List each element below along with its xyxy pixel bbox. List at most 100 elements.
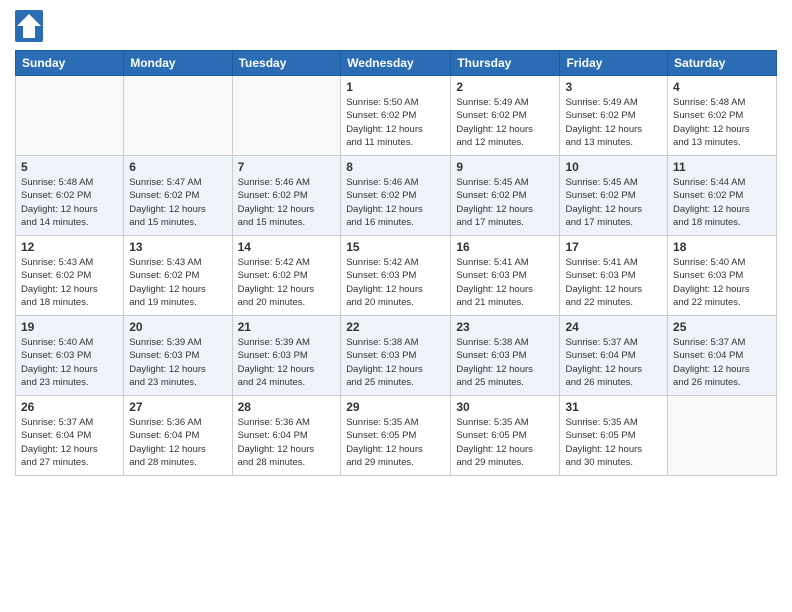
calendar-cell: 25Sunrise: 5:37 AM Sunset: 6:04 PM Dayli…: [668, 316, 777, 396]
calendar-cell: 27 Sunrise: 5:36 AM Sunset: 6:04 PM Dayli…: [124, 396, 232, 476]
day-number: 1: [346, 80, 445, 94]
day-info: Sunrise: 5:40 AM Sunset: 6:03 PM Dayligh…: [21, 336, 118, 389]
day-info: Sunrise: 5:39 AM Sunset: 6:03 PM Dayligh…: [238, 336, 336, 389]
calendar-cell: 4 Sunrise: 5:48 AM Sunset: 6:02 PM Daylig…: [668, 76, 777, 156]
calendar-cell: 26Sunrise: 5:37 AM Sunset: 6:04 PM Dayli…: [16, 396, 124, 476]
calendar-cell: 21 Sunrise: 5:39 AM Sunset: 6:03 PM Dayli…: [232, 316, 341, 396]
day-info: Sunrise: 5:46 AM Sunset: 6:02 PM Dayligh…: [238, 176, 336, 229]
weekday-header-friday: Friday: [560, 51, 668, 76]
day-number: 17: [565, 240, 662, 254]
calendar-cell: 20 Sunrise: 5:39 AM Sunset: 6:03 PM Dayli…: [124, 316, 232, 396]
day-number: 23: [456, 320, 554, 334]
day-info: Sunrise: 5:43 AM Sunset: 6:02 PM Dayligh…: [129, 256, 226, 309]
weekday-header-monday: Monday: [124, 51, 232, 76]
day-info: Sunrise: 5:48 AM Sunset: 6:02 PM Dayligh…: [673, 96, 771, 149]
day-number: 28: [238, 400, 336, 414]
calendar-cell: [124, 76, 232, 156]
day-info: Sunrise: 5:38 AM Sunset: 6:03 PM Dayligh…: [456, 336, 554, 389]
calendar-cell: 5Sunrise: 5:48 AM Sunset: 6:02 PM Daylig…: [16, 156, 124, 236]
calendar-cell: 18 Sunrise: 5:40 AM Sunset: 6:03 PM Dayli…: [668, 236, 777, 316]
calendar-cell: 7 Sunrise: 5:46 AM Sunset: 6:02 PM Daylig…: [232, 156, 341, 236]
calendar-cell: 30 Sunrise: 5:35 AM Sunset: 6:05 PM Dayli…: [451, 396, 560, 476]
calendar-cell: 15Sunrise: 5:42 AM Sunset: 6:03 PM Dayli…: [341, 236, 451, 316]
day-info: Sunrise: 5:37 AM Sunset: 6:04 PM Dayligh…: [673, 336, 771, 389]
calendar-cell: 10 Sunrise: 5:45 AM Sunset: 6:02 PM Dayli…: [560, 156, 668, 236]
day-info: Sunrise: 5:48 AM Sunset: 6:02 PM Dayligh…: [21, 176, 118, 229]
calendar-header-row: SundayMondayTuesdayWednesdayThursdayFrid…: [16, 51, 777, 76]
day-info: Sunrise: 5:41 AM Sunset: 6:03 PM Dayligh…: [565, 256, 662, 309]
weekday-header-wednesday: Wednesday: [341, 51, 451, 76]
day-number: 30: [456, 400, 554, 414]
day-number: 11: [673, 160, 771, 174]
calendar-cell: 17 Sunrise: 5:41 AM Sunset: 6:03 PM Dayli…: [560, 236, 668, 316]
calendar-cell: 12Sunrise: 5:43 AM Sunset: 6:02 PM Dayli…: [16, 236, 124, 316]
calendar-week-5: 26Sunrise: 5:37 AM Sunset: 6:04 PM Dayli…: [16, 396, 777, 476]
weekday-header-tuesday: Tuesday: [232, 51, 341, 76]
day-number: 26: [21, 400, 118, 414]
calendar-cell: 2Sunrise: 5:49 AM Sunset: 6:02 PM Daylig…: [451, 76, 560, 156]
day-number: 10: [565, 160, 662, 174]
calendar-cell: 23 Sunrise: 5:38 AM Sunset: 6:03 PM Dayli…: [451, 316, 560, 396]
calendar-cell: 22 Sunrise: 5:38 AM Sunset: 6:03 PM Dayli…: [341, 316, 451, 396]
day-number: 18: [673, 240, 771, 254]
weekday-header-thursday: Thursday: [451, 51, 560, 76]
day-info: Sunrise: 5:36 AM Sunset: 6:04 PM Dayligh…: [238, 416, 336, 469]
calendar-cell: 9 Sunrise: 5:45 AM Sunset: 6:02 PM Daylig…: [451, 156, 560, 236]
calendar-cell: 29 Sunrise: 5:35 AM Sunset: 6:05 PM Dayli…: [341, 396, 451, 476]
day-number: 15: [346, 240, 445, 254]
day-info: Sunrise: 5:35 AM Sunset: 6:05 PM Dayligh…: [456, 416, 554, 469]
calendar-cell: 24Sunrise: 5:37 AM Sunset: 6:04 PM Dayli…: [560, 316, 668, 396]
calendar-cell: 14 Sunrise: 5:42 AM Sunset: 6:02 PM Dayli…: [232, 236, 341, 316]
header: [15, 10, 777, 42]
day-info: Sunrise: 5:49 AM Sunset: 6:02 PM Dayligh…: [565, 96, 662, 149]
calendar-cell: 8 Sunrise: 5:46 AM Sunset: 6:02 PM Daylig…: [341, 156, 451, 236]
day-number: 14: [238, 240, 336, 254]
logo-icon: [15, 10, 43, 42]
calendar-cell: 13 Sunrise: 5:43 AM Sunset: 6:02 PM Dayli…: [124, 236, 232, 316]
calendar-cell: 6 Sunrise: 5:47 AM Sunset: 6:02 PM Daylig…: [124, 156, 232, 236]
day-info: Sunrise: 5:41 AM Sunset: 6:03 PM Dayligh…: [456, 256, 554, 309]
day-number: 8: [346, 160, 445, 174]
day-number: 16: [456, 240, 554, 254]
day-number: 21: [238, 320, 336, 334]
calendar-week-1: 1Sunrise: 5:50 AM Sunset: 6:02 PM Daylig…: [16, 76, 777, 156]
calendar: SundayMondayTuesdayWednesdayThursdayFrid…: [15, 50, 777, 476]
calendar-cell: 1Sunrise: 5:50 AM Sunset: 6:02 PM Daylig…: [341, 76, 451, 156]
day-info: Sunrise: 5:37 AM Sunset: 6:04 PM Dayligh…: [565, 336, 662, 389]
day-info: Sunrise: 5:46 AM Sunset: 6:02 PM Dayligh…: [346, 176, 445, 229]
day-info: Sunrise: 5:45 AM Sunset: 6:02 PM Dayligh…: [456, 176, 554, 229]
day-info: Sunrise: 5:38 AM Sunset: 6:03 PM Dayligh…: [346, 336, 445, 389]
calendar-cell: [668, 396, 777, 476]
day-number: 20: [129, 320, 226, 334]
calendar-cell: [16, 76, 124, 156]
logo: [15, 10, 47, 42]
day-number: 12: [21, 240, 118, 254]
weekday-header-sunday: Sunday: [16, 51, 124, 76]
day-info: Sunrise: 5:45 AM Sunset: 6:02 PM Dayligh…: [565, 176, 662, 229]
day-info: Sunrise: 5:40 AM Sunset: 6:03 PM Dayligh…: [673, 256, 771, 309]
day-number: 22: [346, 320, 445, 334]
day-info: Sunrise: 5:39 AM Sunset: 6:03 PM Dayligh…: [129, 336, 226, 389]
day-info: Sunrise: 5:35 AM Sunset: 6:05 PM Dayligh…: [565, 416, 662, 469]
day-number: 27: [129, 400, 226, 414]
calendar-body: 1Sunrise: 5:50 AM Sunset: 6:02 PM Daylig…: [16, 76, 777, 476]
day-number: 6: [129, 160, 226, 174]
day-info: Sunrise: 5:42 AM Sunset: 6:02 PM Dayligh…: [238, 256, 336, 309]
day-number: 13: [129, 240, 226, 254]
calendar-week-4: 19Sunrise: 5:40 AM Sunset: 6:03 PM Dayli…: [16, 316, 777, 396]
day-number: 4: [673, 80, 771, 94]
day-number: 29: [346, 400, 445, 414]
calendar-cell: 28 Sunrise: 5:36 AM Sunset: 6:04 PM Dayli…: [232, 396, 341, 476]
calendar-cell: 31 Sunrise: 5:35 AM Sunset: 6:05 PM Dayli…: [560, 396, 668, 476]
day-number: 7: [238, 160, 336, 174]
calendar-cell: 16 Sunrise: 5:41 AM Sunset: 6:03 PM Dayli…: [451, 236, 560, 316]
day-info: Sunrise: 5:35 AM Sunset: 6:05 PM Dayligh…: [346, 416, 445, 469]
day-number: 3: [565, 80, 662, 94]
calendar-week-2: 5Sunrise: 5:48 AM Sunset: 6:02 PM Daylig…: [16, 156, 777, 236]
day-info: Sunrise: 5:47 AM Sunset: 6:02 PM Dayligh…: [129, 176, 226, 229]
day-info: Sunrise: 5:36 AM Sunset: 6:04 PM Dayligh…: [129, 416, 226, 469]
day-info: Sunrise: 5:44 AM Sunset: 6:02 PM Dayligh…: [673, 176, 771, 229]
page: SundayMondayTuesdayWednesdayThursdayFrid…: [0, 0, 792, 612]
day-number: 9: [456, 160, 554, 174]
day-number: 31: [565, 400, 662, 414]
